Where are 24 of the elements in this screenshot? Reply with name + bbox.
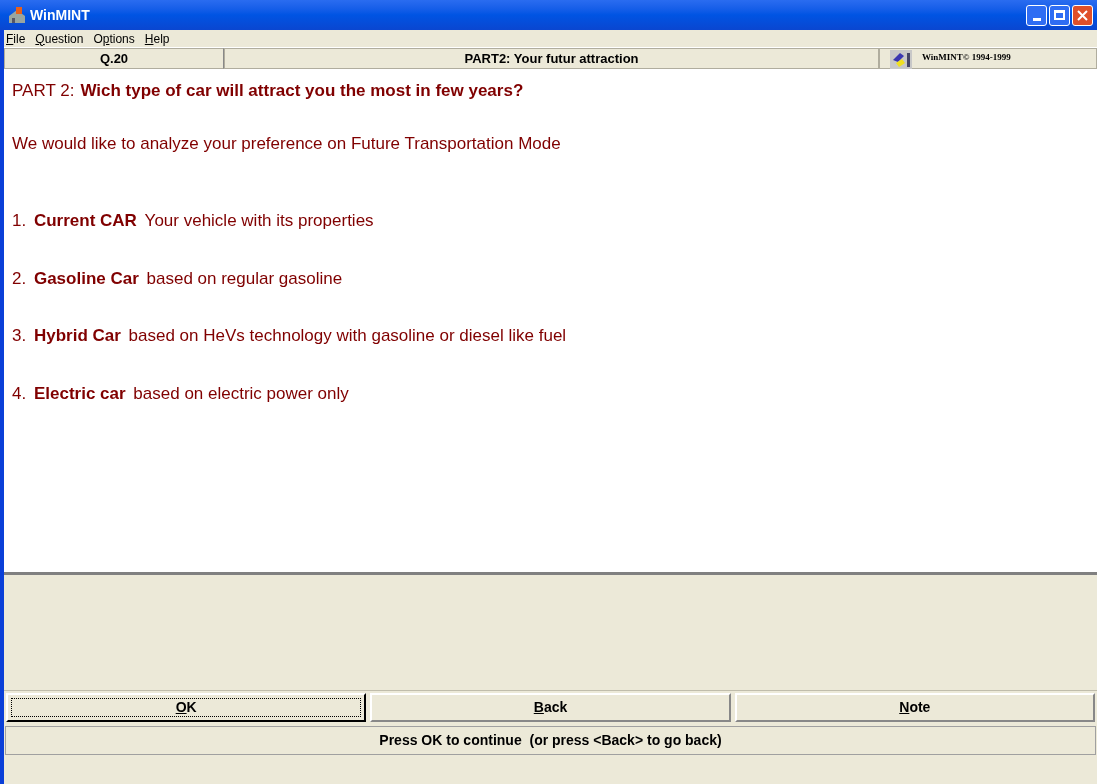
close-button[interactable] bbox=[1072, 4, 1093, 26]
house-icon bbox=[8, 7, 26, 23]
question-text: PART 2: Wich type of car will attract you the most in few years? bbox=[12, 80, 525, 102]
menu-item[interactable]: File bbox=[6, 29, 26, 48]
option-text: 3. Hybrid Car based on HeVs technology with gasoline or diesel like fuel bbox=[12, 325, 568, 347]
action-button[interactable]: Back bbox=[370, 693, 731, 722]
option-text: 2. Gasoline Car based on regular gasoline bbox=[12, 267, 344, 290]
option-text: 1. Current CAR Your vehicle with its properties bbox=[12, 210, 375, 232]
action-button[interactable]: Note bbox=[734, 693, 1095, 722]
copyright-text: WinMINT© 1994-1999 bbox=[922, 51, 1011, 64]
logo-icon bbox=[890, 50, 912, 70]
status-bar: Press OK to continue (or press <Back> to go back) bbox=[5, 726, 1096, 755]
intro-text: We would like to analyze your preference on Future Transportation Mode bbox=[12, 132, 562, 155]
window-title: WinMINT bbox=[30, 5, 90, 25]
part-title: PART2: Your futur attraction bbox=[224, 48, 879, 69]
menu-item[interactable]: Options bbox=[93, 29, 135, 48]
action-button[interactable]: OK bbox=[6, 693, 367, 722]
minimize-button[interactable] bbox=[1026, 4, 1047, 26]
menu-item[interactable]: Help bbox=[144, 29, 170, 48]
close-icon bbox=[1077, 9, 1088, 21]
maximize-button[interactable] bbox=[1049, 4, 1070, 26]
menu-item[interactable]: Question bbox=[35, 29, 84, 48]
question-number: Q.20 bbox=[4, 48, 224, 69]
option-text: 4. Electric car based on electric power only bbox=[12, 382, 350, 405]
